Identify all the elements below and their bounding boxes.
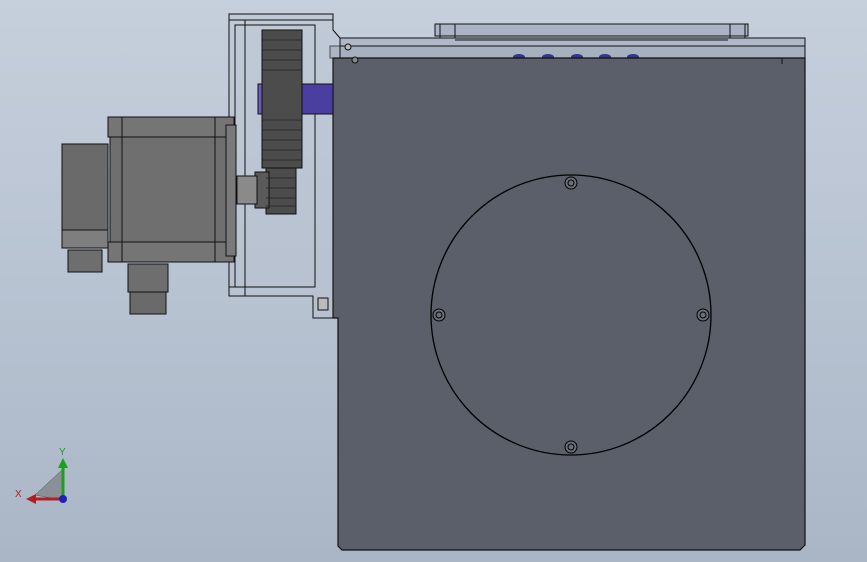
- z-axis-dot: [59, 495, 67, 503]
- x-arrow-head: [26, 494, 36, 504]
- x-axis-label: X: [15, 489, 22, 500]
- cad-viewport[interactable]: Y X: [0, 0, 867, 562]
- y-axis-label: Y: [59, 447, 66, 458]
- triad-plane: [34, 469, 63, 501]
- y-arrow-head: [58, 458, 68, 468]
- orientation-triad: Y X: [15, 447, 68, 504]
